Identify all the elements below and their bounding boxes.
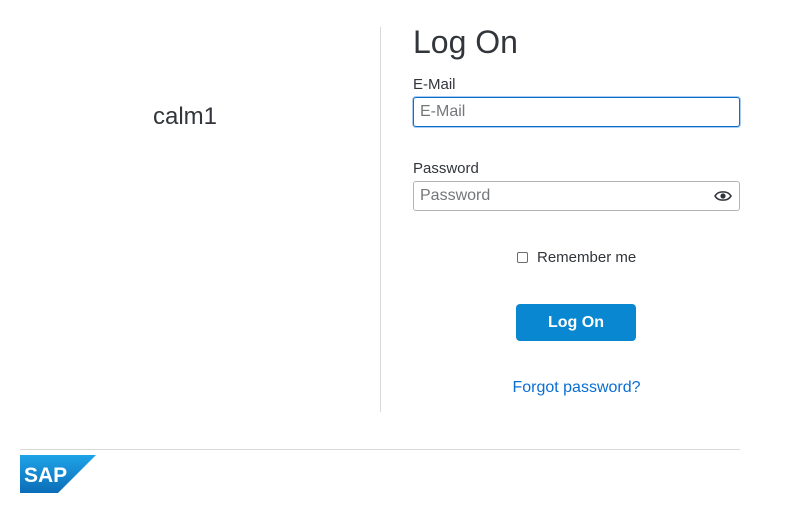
remember-me-checkbox[interactable] <box>517 252 528 263</box>
email-field[interactable] <box>414 98 710 126</box>
log-on-button[interactable]: Log On <box>516 304 636 341</box>
email-field-container <box>413 97 740 127</box>
password-field[interactable] <box>414 182 710 210</box>
footer-divider <box>20 449 740 450</box>
sap-logo: SAP <box>20 455 96 493</box>
password-label: Password <box>413 160 479 177</box>
email-label: E-Mail <box>413 76 456 93</box>
sap-logo-text: SAP <box>24 464 67 487</box>
eye-icon[interactable] <box>714 189 732 203</box>
tenant-name: calm1 <box>152 103 218 130</box>
remember-me[interactable]: Remember me <box>517 249 636 266</box>
remember-me-label: Remember me <box>537 249 637 266</box>
vertical-divider <box>380 27 381 412</box>
page-title: Log On <box>413 24 518 60</box>
forgot-password-link[interactable]: Forgot password? <box>413 379 740 397</box>
password-field-container <box>413 181 740 211</box>
